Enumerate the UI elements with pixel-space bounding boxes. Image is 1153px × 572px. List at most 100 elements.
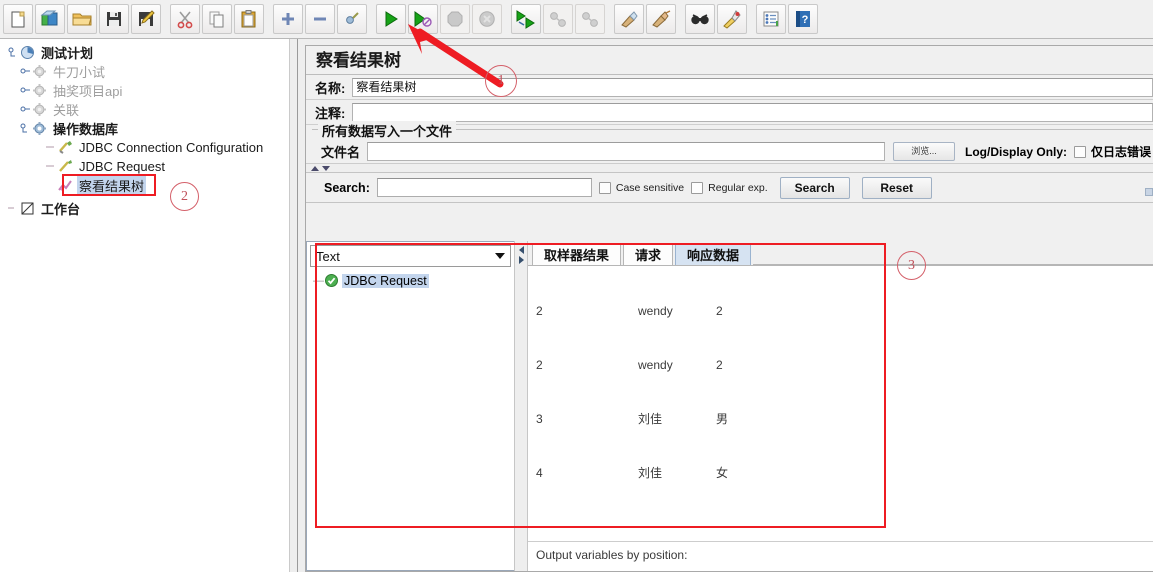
name-input[interactable]: 察看结果树 [352, 77, 1153, 97]
response-cell-name: wendy [638, 358, 673, 372]
clear-all-icon[interactable] [646, 4, 676, 34]
regular-exp-option[interactable]: Regular exp. [684, 181, 768, 194]
search-bar: Search: Case sensitive Regular exp. Sear… [306, 172, 1153, 203]
toolbar-separator [677, 4, 684, 34]
tree-item-thread-group-db[interactable]: 操作数据库 [0, 119, 289, 138]
tree-item-test-plan[interactable]: 测试计划 [0, 43, 289, 62]
tree-item-label: JDBC Request [79, 159, 165, 174]
errors-only-label: 仅日志错误 [1091, 145, 1152, 159]
results-tree[interactable]: — JDBC Request [307, 267, 514, 570]
start-remote-all-icon[interactable] [511, 4, 541, 34]
cut-icon[interactable] [170, 4, 200, 34]
tree-item-workbench[interactable]: 工作台 [0, 199, 289, 218]
tab-response-data[interactable]: 响应数据 [675, 243, 752, 265]
help-icon[interactable]: ? [788, 4, 818, 34]
response-cell-id: 4 [536, 466, 543, 480]
function-helper-icon[interactable] [756, 4, 786, 34]
expand-handle-icon[interactable] [18, 85, 32, 96]
tab-sampler-result[interactable]: 取样器结果 [532, 243, 622, 265]
workbench-icon [20, 201, 36, 217]
tree-item-thread-group-3[interactable]: 关联 [0, 100, 289, 119]
toolbar-separator [606, 4, 613, 34]
results-vertical-splitter[interactable] [514, 241, 528, 571]
errors-only-checkbox[interactable] [1074, 145, 1087, 158]
annotation-marker-1: 1 [485, 65, 517, 97]
save-icon[interactable] [99, 4, 129, 34]
tree-leaf-dash-icon: — [313, 274, 324, 287]
response-data-body[interactable]: 2wendy2 2wendy2 3刘佳男 4刘佳女 1 updates. 1 u… [528, 265, 1153, 571]
expand-handle-icon[interactable] [18, 123, 32, 134]
main-toolbar: ? [0, 0, 1153, 39]
regular-exp-checkbox[interactable] [691, 181, 704, 194]
templates-icon[interactable] [35, 4, 65, 34]
chevron-down-icon[interactable] [495, 253, 505, 259]
expand-handle-icon[interactable] [18, 66, 32, 77]
results-right-pane: 取样器结果 请求 响应数据 2 wendy 2 2 wendy 2 3 刘佳男 4 刘佳女 … [528, 241, 1153, 571]
search-icon[interactable] [685, 4, 715, 34]
start-no-pauses-icon[interactable] [408, 4, 438, 34]
save-as-icon[interactable] [131, 4, 161, 34]
annotation-marker-2: 2 [170, 182, 199, 211]
splitter-left-icon[interactable] [518, 246, 524, 254]
paste-icon[interactable] [234, 4, 264, 34]
reset-button[interactable]: Reset [861, 176, 932, 199]
response-data-text: 2wendy2 2wendy2 3刘佳男 4刘佳女 1 updates. 1 u… [536, 266, 1153, 571]
stop-remote-all-icon [543, 4, 573, 34]
toolbar-separator [748, 4, 755, 34]
renderer-combo-value: Text [316, 248, 340, 264]
browse-button[interactable]: 浏览... [893, 142, 956, 161]
new-icon[interactable] [3, 4, 33, 34]
sampler-icon [58, 159, 74, 175]
splitter-up-icon[interactable] [311, 165, 319, 171]
results-left-pane: Text — JDBC Request [306, 241, 514, 571]
response-row: 2 wendy 2 [536, 302, 1153, 320]
main-vertical-splitter[interactable] [289, 39, 297, 572]
case-sensitive-option[interactable]: Case sensitive [592, 181, 684, 194]
open-icon[interactable] [67, 4, 97, 34]
response-cell-sex: 女 [716, 466, 729, 480]
tree-item-label: 工作台 [41, 202, 81, 217]
filename-input[interactable] [367, 142, 886, 161]
tab-request[interactable]: 请求 [623, 243, 674, 265]
test-plan-tree[interactable]: 测试计划 牛刀小试 抽奖项目api 关联 操作数据库 JDBC Connecti… [0, 39, 289, 572]
case-sensitive-checkbox[interactable] [598, 181, 611, 194]
output-variables-label: Output variables by position: [536, 548, 688, 562]
collapse-all-icon[interactable] [305, 4, 335, 34]
toolbar-separator [265, 4, 272, 34]
shutdown-icon [472, 4, 502, 34]
start-icon[interactable] [376, 4, 406, 34]
expand-all-icon[interactable] [273, 4, 303, 34]
expand-handle-icon[interactable] [6, 47, 20, 58]
write-all-data-group: 所有数据写入一个文件 文件名 浏览... Log/Display Only: 仅… [312, 121, 1153, 163]
clear-icon[interactable] [614, 4, 644, 34]
output-variables-section: Output variables by position: [528, 541, 1153, 571]
comment-input[interactable] [352, 102, 1153, 122]
filename-label: 文件名 [321, 145, 361, 160]
thread-group-icon [32, 121, 48, 137]
tree-item-thread-group-2[interactable]: 抽奖项目api [0, 81, 289, 100]
page-title: 察看结果树 [306, 46, 1153, 75]
copy-icon[interactable] [202, 4, 232, 34]
test-plan-icon [20, 45, 36, 61]
search-reset-icon[interactable] [717, 4, 747, 34]
tree-item-view-results-tree[interactable]: 察看结果树 [0, 176, 289, 195]
tree-item-thread-group-1[interactable]: 牛刀小试 [0, 62, 289, 81]
splitter-down-icon[interactable] [322, 165, 330, 171]
horizontal-splitter[interactable] [306, 163, 1153, 172]
tree-item-jdbc-request[interactable]: JDBC Request [0, 157, 289, 176]
splitter-right-icon[interactable] [518, 256, 524, 264]
response-cell-id [536, 518, 638, 536]
search-input[interactable] [376, 178, 592, 197]
response-row: 2 wendy 2 [536, 356, 1153, 374]
expand-handle-icon[interactable] [18, 104, 32, 115]
results-tree-node[interactable]: — JDBC Request [313, 272, 514, 289]
renderer-combo[interactable]: Text [310, 245, 511, 267]
thread-group-icon [32, 83, 48, 99]
response-cell-name: 刘佳 [638, 412, 663, 426]
search-button[interactable]: Search [779, 176, 850, 199]
response-cell-name [638, 518, 716, 536]
tree-item-label: 牛刀小试 [53, 65, 106, 80]
tree-item-jdbc-connection-configuration[interactable]: JDBC Connection Configuration [0, 138, 289, 157]
toggle-icon[interactable] [337, 4, 367, 34]
right-scroll-thumb[interactable] [1145, 188, 1153, 196]
